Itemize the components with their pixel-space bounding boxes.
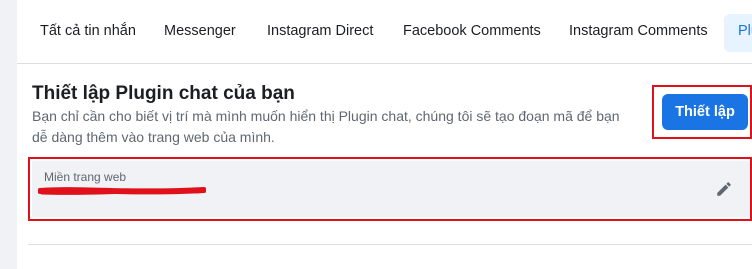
domain-highlight-box: Miền trang web (28, 157, 752, 221)
section-divider (28, 244, 752, 245)
pencil-icon[interactable] (715, 180, 733, 198)
panel-title: Thiết lập Plugin chat của bạn (32, 83, 295, 104)
tab-instagram-comments[interactable]: Instagram Comments (569, 23, 708, 39)
tab-plugin-label: Plu (738, 23, 752, 39)
setup-highlight-box: Thiết lập (652, 85, 752, 139)
tab-messenger[interactable]: Messenger (164, 23, 236, 39)
tab-bar: Tất cả tin nhắn Messenger Instagram Dire… (17, 0, 752, 64)
tab-all-messages[interactable]: Tất cả tin nhắn (40, 23, 136, 39)
tab-plugin-active[interactable]: Plu (724, 14, 752, 52)
panel-description: Bạn chỉ cần cho biết vị trí mà mình muốn… (32, 108, 620, 145)
plugin-setup-panel: Thiết lập Plugin chat của bạn Bạn chỉ cầ… (17, 64, 752, 269)
tab-instagram-direct[interactable]: Instagram Direct (267, 23, 373, 39)
redaction-mark (38, 187, 206, 195)
setup-button[interactable]: Thiết lập (662, 94, 748, 130)
domain-label: Miền trang web (44, 170, 127, 184)
tab-facebook-comments[interactable]: Facebook Comments (403, 23, 541, 39)
website-domain-row[interactable]: Miền trang web (32, 161, 750, 217)
